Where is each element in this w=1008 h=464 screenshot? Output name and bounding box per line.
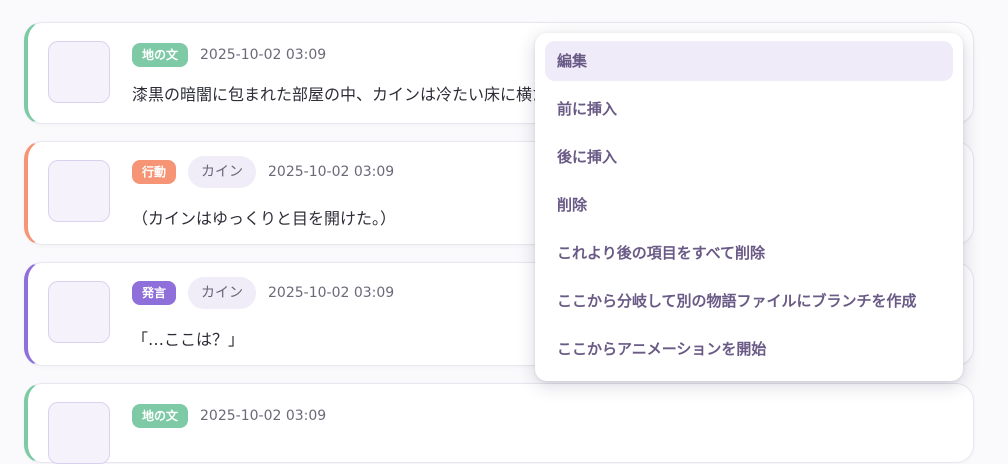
card-meta: 地の文 2025-10-02 03:09 [132,402,326,430]
character-chip[interactable]: カイン [188,156,257,188]
timestamp: 2025-10-02 03:09 [268,164,395,180]
type-badge: 行動 [132,160,177,184]
card-meta: 地の文 2025-10-02 03:09 [132,41,326,69]
menu-item-insert-after[interactable]: 後に挿入 [545,137,953,177]
avatar[interactable] [48,402,110,464]
menu-item-insert-before[interactable]: 前に挿入 [545,89,953,129]
card-meta: 発言 カイン 2025-10-02 03:09 [132,277,395,309]
story-card[interactable]: 地の文 2025-10-02 03:09 [24,383,974,464]
type-badge: 地の文 [132,404,189,428]
menu-item-edit[interactable]: 編集 [545,41,953,81]
timestamp: 2025-10-02 03:09 [200,408,327,424]
context-menu: 編集 前に挿入 後に挿入 削除 これより後の項目をすべて削除 ここから分岐して別… [535,33,963,381]
card-text: （カインはゆっくりと目を開けた。） [132,209,397,228]
avatar[interactable] [48,160,110,222]
avatar[interactable] [48,41,110,103]
card-text: 「…ここは？」 [132,330,245,349]
character-chip[interactable]: カイン [188,277,257,309]
avatar[interactable] [48,281,110,343]
timestamp: 2025-10-02 03:09 [200,47,327,63]
card-meta: 行動 カイン 2025-10-02 03:09 [132,156,395,188]
menu-item-delete-following[interactable]: これより後の項目をすべて削除 [545,233,953,273]
type-badge: 地の文 [132,43,189,67]
menu-item-branch[interactable]: ここから分岐して別の物語ファイルにブランチを作成 [545,281,953,321]
menu-item-start-animation[interactable]: ここからアニメーションを開始 [545,329,953,369]
type-badge: 発言 [132,281,177,305]
menu-item-delete[interactable]: 削除 [545,185,953,225]
timestamp: 2025-10-02 03:09 [268,285,395,301]
